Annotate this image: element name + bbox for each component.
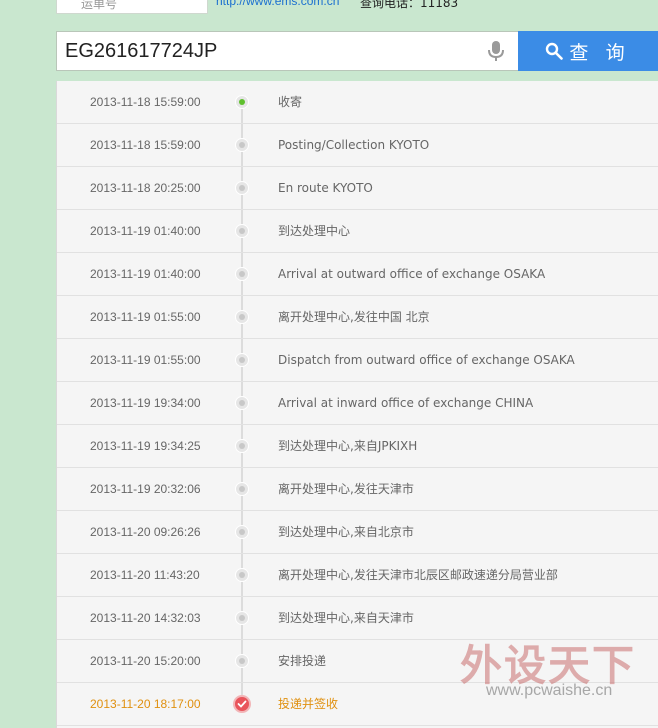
timeline-dot-icon — [235, 568, 249, 582]
event-description: En route KYOTO — [278, 181, 373, 195]
event-description: Dispatch from outward office of exchange… — [278, 353, 575, 367]
timeline-dot-icon — [235, 181, 249, 195]
table-row: 2013-11-19 19:34:25 到达处理中心,来自JPKIXH — [57, 425, 658, 468]
timeline-dot-icon — [235, 224, 249, 238]
timeline-dot-icon — [235, 611, 249, 625]
search-icon — [546, 42, 564, 60]
event-time: 2013-11-18 15:59:00 — [90, 138, 201, 152]
table-row: 2013-11-19 01:40:00 Arrival at outward of… — [57, 253, 658, 296]
event-time: 2013-11-18 20:25:00 — [90, 181, 201, 195]
table-row: 2013-11-18 15:59:00 Posting/Collection KY… — [57, 124, 658, 167]
timeline-dot-icon — [235, 482, 249, 496]
event-time: 2013-11-19 19:34:00 — [90, 396, 201, 410]
table-row: 2013-11-19 20:32:06 离开处理中心,发往天津市 — [57, 468, 658, 511]
delivered-check-icon — [233, 695, 251, 713]
event-time: 2013-11-19 19:34:25 — [90, 439, 201, 453]
table-row: 2013-11-20 15:20:00 安排投递 — [57, 640, 658, 683]
event-description: 安排投递 — [278, 654, 327, 668]
tracking-type-label: 运单号 — [81, 0, 118, 11]
event-description: 离开处理中心,发往天津市 — [278, 482, 414, 496]
service-phone: 查询电话：11183 — [360, 0, 459, 10]
event-description: 到达处理中心,来自天津市 — [278, 611, 414, 625]
timeline-dot-icon — [235, 353, 249, 367]
event-time: 2013-11-20 15:20:00 — [90, 654, 201, 668]
event-description: Posting/Collection KYOTO — [278, 138, 430, 152]
event-time: 2013-11-19 01:55:00 — [90, 353, 201, 367]
event-time: 2013-11-19 01:55:00 — [90, 310, 201, 324]
event-description: 离开处理中心,发往中国 北京 — [278, 310, 430, 324]
table-row: 2013-11-20 18:17:00 投递并签收 — [57, 683, 658, 726]
event-description: 到达处理中心 — [278, 224, 351, 238]
event-description: Arrival at inward office of exchange CHI… — [278, 396, 534, 410]
event-description: 收寄 — [278, 95, 303, 109]
search-button-label: 查 询 — [569, 42, 631, 64]
table-row: 2013-11-20 09:26:26 到达处理中心,来自北京市 — [57, 511, 658, 554]
table-row: 2013-11-20 14:32:03 到达处理中心,来自天津市 — [57, 597, 658, 640]
event-time: 2013-11-18 15:59:00 — [90, 95, 201, 109]
timeline-dot-icon — [235, 439, 249, 453]
timeline-dot-icon — [235, 525, 249, 539]
table-row: 2013-11-20 11:43:20 离开处理中心,发往天津市北辰区邮政速递分局… — [57, 554, 658, 597]
search-button[interactable]: 查 询 — [518, 31, 658, 71]
table-row: 2013-11-18 20:25:00 En route KYOTO — [57, 167, 658, 210]
table-row: 2013-11-19 01:55:00 Dispatch from outward… — [57, 339, 658, 382]
timeline-dot-icon — [235, 138, 249, 152]
tracking-page: 运单号 http://www.ems.com.cn 查询电话：11183 查 询… — [0, 0, 658, 728]
search-bar: 查 询 — [56, 31, 658, 71]
event-time: 2013-11-20 09:26:26 — [90, 525, 201, 539]
event-time: 2013-11-20 18:17:00 — [90, 697, 201, 711]
event-time: 2013-11-19 01:40:00 — [90, 224, 201, 238]
event-description: 离开处理中心,发往天津市北辰区邮政速递分局营业部 — [278, 568, 558, 582]
timeline-dot-icon — [235, 310, 249, 324]
microphone-icon[interactable] — [486, 40, 506, 62]
event-description: 到达处理中心,来自JPKIXH — [278, 439, 418, 453]
timeline-dot-icon — [235, 396, 249, 410]
ems-site-link[interactable]: http://www.ems.com.cn — [216, 0, 339, 8]
tracking-timeline: 2013-11-18 15:59:00 收寄 2013-11-18 15:59:00… — [56, 81, 658, 728]
event-time: 2013-11-20 14:32:03 — [90, 611, 201, 625]
table-row: 2013-11-18 15:59:00 收寄 — [57, 81, 658, 124]
table-row: 2013-11-19 01:40:00 到达处理中心 — [57, 210, 658, 253]
timeline-dot-icon — [235, 654, 249, 668]
table-row: 2013-11-19 19:34:00 Arrival at inward off… — [57, 382, 658, 425]
timeline-dot-icon — [235, 95, 249, 109]
event-time: 2013-11-20 11:43:20 — [90, 568, 200, 582]
event-time: 2013-11-19 01:40:00 — [90, 267, 201, 281]
event-description: Arrival at outward office of exchange OS… — [278, 267, 546, 281]
table-row: 2013-11-19 01:55:00 离开处理中心,发往中国 北京 — [57, 296, 658, 339]
tracking-type-box[interactable]: 运单号 — [56, 0, 208, 14]
event-description: 到达处理中心,来自北京市 — [278, 525, 414, 539]
timeline-dot-icon — [235, 267, 249, 281]
event-description: 投递并签收 — [278, 697, 339, 711]
event-time: 2013-11-19 20:32:06 — [90, 482, 201, 496]
tracking-number-input[interactable] — [56, 31, 526, 71]
